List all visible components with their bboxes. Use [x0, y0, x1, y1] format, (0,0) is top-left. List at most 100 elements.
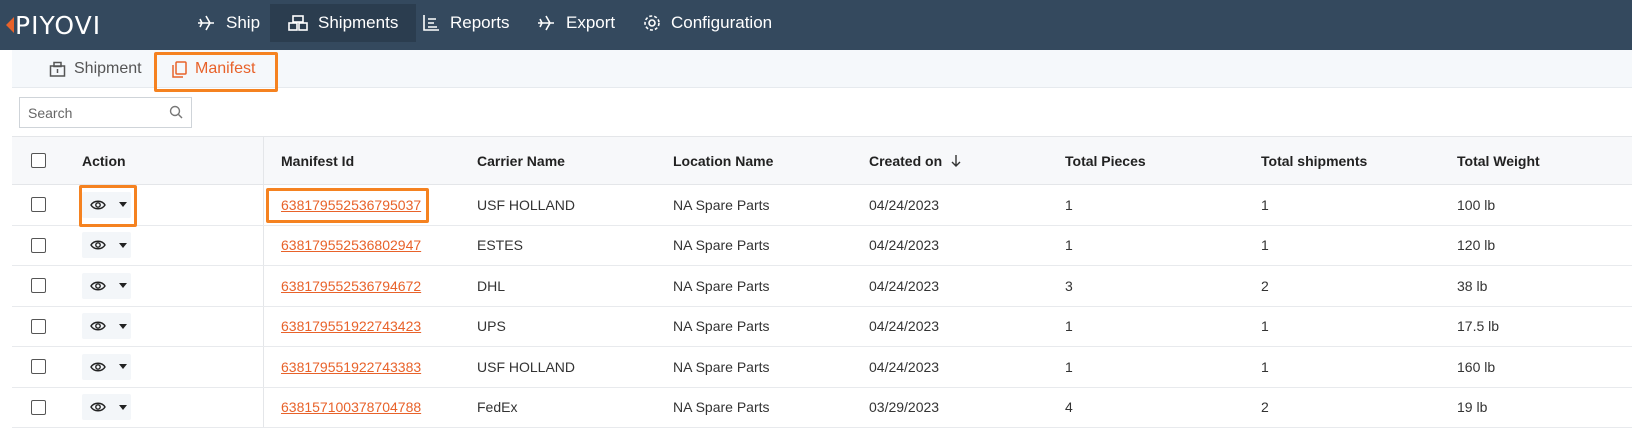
header-total-shipments[interactable]: Total shipments [1261, 137, 1367, 184]
nav-shipments-label: Shipments [318, 13, 399, 32]
logo-text: PIYOVI [15, 10, 102, 40]
header-created-on-label: Created on [869, 152, 943, 169]
column-divider [263, 266, 264, 306]
header-total-pieces[interactable]: Total Pieces [1065, 137, 1146, 184]
row-select-cell [31, 388, 46, 428]
action-menu-button[interactable] [82, 353, 131, 380]
row-select-cell [31, 226, 46, 266]
nav-reports[interactable]: Reports [404, 4, 528, 42]
manifest-id-link[interactable]: 638179552536795037 [281, 197, 421, 213]
carrier-name-cell: ESTES [477, 237, 523, 254]
row-select-cell [31, 185, 46, 225]
column-divider [263, 137, 264, 184]
nav-shipments[interactable]: Shipments [270, 4, 417, 42]
total-shipments-cell: 1 [1261, 237, 1269, 254]
manifest-id-cell: 638179552536794672 [281, 266, 421, 306]
tab-shipment[interactable]: Shipment [49, 50, 142, 88]
nav-export[interactable]: Export [518, 4, 633, 42]
manifest-id-link[interactable]: 638179552536794672 [281, 278, 421, 294]
total-weight-cell: 38 lb [1457, 277, 1488, 294]
column-divider [263, 306, 264, 346]
eye-icon[interactable] [90, 199, 106, 211]
location-name-cell: NA Spare Parts [673, 277, 770, 294]
nav-ship-label: Ship [226, 13, 261, 32]
eye-icon[interactable] [90, 239, 106, 251]
select-all-checkbox[interactable] [31, 153, 46, 168]
search-icon[interactable] [169, 105, 183, 119]
eye-icon[interactable] [90, 401, 106, 413]
search-box [19, 97, 192, 128]
total-pieces-cell: 1 [1065, 358, 1073, 375]
table-row: 638179551922743423 UPS NA Spare Parts 04… [12, 306, 1632, 347]
row-checkbox[interactable] [31, 318, 46, 334]
chart-icon [423, 15, 439, 31]
total-pieces-cell: 1 [1065, 237, 1073, 254]
tab-shipment-label: Shipment [74, 60, 142, 77]
chevron-down-icon[interactable] [119, 202, 127, 208]
manifest-id-link[interactable]: 638179551922743383 [281, 359, 421, 375]
header-created-on[interactable]: Created on [869, 137, 962, 184]
action-menu-button[interactable] [82, 191, 131, 218]
nav-configuration[interactable]: Configuration [625, 4, 790, 42]
column-divider [263, 225, 264, 265]
row-checkbox[interactable] [31, 278, 46, 294]
manifest-id-cell: 638179551922743383 [281, 347, 421, 387]
total-shipments-cell: 1 [1261, 196, 1269, 213]
table-row: 638179552536802947 ESTES NA Spare Parts … [12, 225, 1632, 266]
gear-icon [644, 15, 660, 31]
total-weight-cell: 100 lb [1457, 196, 1496, 213]
action-menu-button[interactable] [82, 232, 131, 259]
action-menu-button[interactable] [82, 272, 131, 299]
piyovi-logo[interactable]: PIYOVI [6, 10, 102, 40]
created-on-cell: 04/24/2023 [869, 237, 940, 254]
action-menu-button[interactable] [82, 313, 131, 340]
action-cell [82, 347, 131, 387]
header-manifest-id[interactable]: Manifest Id [281, 137, 354, 184]
action-cell [82, 266, 131, 306]
row-checkbox[interactable] [31, 399, 46, 415]
tab-manifest[interactable]: Manifest [172, 50, 255, 88]
tab-manifest-label: Manifest [195, 60, 256, 77]
header-carrier-name[interactable]: Carrier Name [477, 137, 565, 184]
manifest-id-cell: 638179551922743423 [281, 307, 421, 347]
header-location-name[interactable]: Location Name [673, 137, 773, 184]
action-menu-button[interactable] [82, 394, 131, 421]
row-select-cell [31, 307, 46, 347]
manifest-id-link[interactable]: 638157100378704788 [281, 399, 421, 415]
chevron-down-icon[interactable] [119, 323, 127, 329]
total-shipments-cell: 1 [1261, 358, 1269, 375]
action-cell [82, 307, 131, 347]
search-input[interactable] [20, 98, 160, 127]
total-shipments-cell: 1 [1261, 318, 1269, 335]
column-divider [263, 347, 264, 387]
location-name-cell: NA Spare Parts [673, 237, 770, 254]
total-weight-cell: 19 lb [1457, 399, 1488, 416]
carrier-name-cell: USF HOLLAND [477, 358, 576, 375]
carrier-name-cell: USF HOLLAND [477, 196, 576, 213]
eye-icon[interactable] [90, 320, 106, 332]
manifest-id-link[interactable]: 638179551922743423 [281, 318, 421, 334]
boxes-icon [288, 15, 308, 31]
created-on-cell: 04/24/2023 [869, 358, 940, 375]
total-shipments-cell: 2 [1261, 399, 1269, 416]
nav-export-label: Export [566, 13, 616, 32]
nav-ship[interactable]: Ship [178, 4, 278, 42]
created-on-cell: 03/29/2023 [869, 399, 940, 416]
package-icon [49, 61, 66, 77]
chevron-down-icon[interactable] [119, 283, 127, 289]
sort-descending-icon [951, 154, 961, 167]
chevron-down-icon[interactable] [119, 364, 127, 370]
row-checkbox[interactable] [31, 197, 46, 213]
manifest-id-link[interactable]: 638179552536802947 [281, 237, 421, 253]
chevron-down-icon[interactable] [119, 404, 127, 410]
row-checkbox[interactable] [31, 237, 46, 253]
table-row: 638157100378704788 FedEx NA Spare Parts … [12, 387, 1632, 428]
eye-icon[interactable] [90, 280, 106, 292]
row-checkbox[interactable] [31, 359, 46, 375]
total-weight-cell: 160 lb [1457, 358, 1496, 375]
eye-icon[interactable] [90, 361, 106, 373]
header-total-weight[interactable]: Total Weight [1457, 137, 1540, 184]
chevron-down-icon[interactable] [119, 242, 127, 248]
action-cell [82, 185, 131, 225]
table-row: 638179552536794672 DHL NA Spare Parts 04… [12, 266, 1632, 307]
